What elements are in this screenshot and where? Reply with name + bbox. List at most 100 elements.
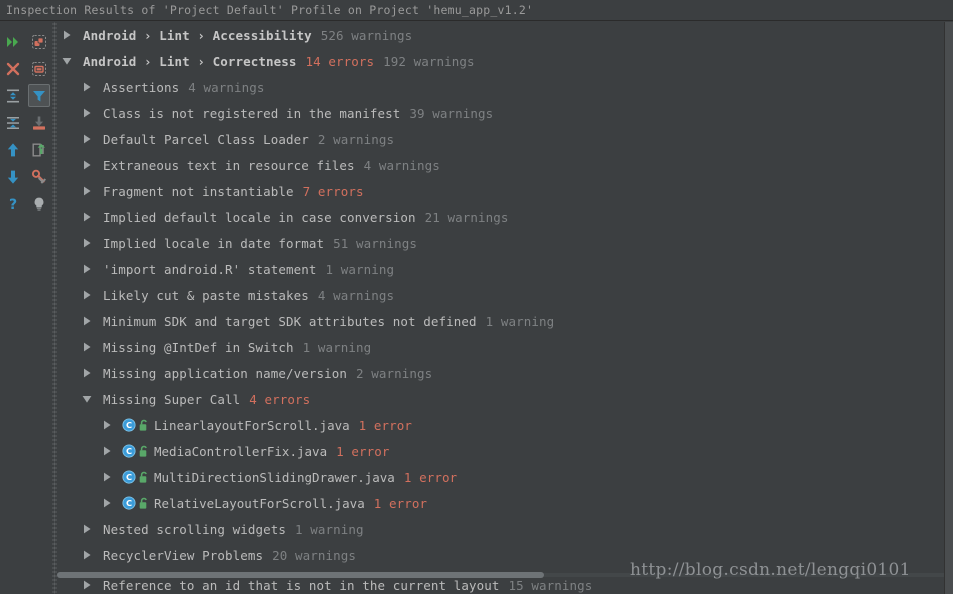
chevron-right-icon[interactable] bbox=[99, 412, 115, 438]
quick-fix-button[interactable] bbox=[26, 191, 52, 217]
export-results-button[interactable] bbox=[26, 110, 52, 136]
tree-row-count: 1 warning bbox=[295, 521, 364, 537]
folder-outline-icon bbox=[31, 61, 47, 77]
tree-row[interactable]: 'import android.R' statement 1 warning bbox=[57, 256, 944, 282]
tree-row[interactable]: Reference to an id that is not in the cu… bbox=[57, 578, 944, 594]
chevron-right-icon[interactable] bbox=[79, 100, 95, 126]
group-by-directory-button[interactable] bbox=[26, 56, 52, 82]
double-right-arrow-icon bbox=[5, 34, 21, 50]
chevron-right-icon[interactable] bbox=[79, 334, 95, 360]
collapse-all-icon bbox=[5, 115, 21, 131]
tree-row-count: 51 warnings bbox=[333, 235, 418, 251]
chevron-right-icon[interactable] bbox=[79, 230, 95, 256]
tree-row-label: Extraneous text in resource files bbox=[103, 157, 355, 173]
tree-row-label: Implied locale in date format bbox=[103, 235, 325, 251]
expand-all-button[interactable] bbox=[0, 83, 26, 109]
chevron-right-icon[interactable] bbox=[59, 22, 75, 48]
chevron-down-icon[interactable] bbox=[59, 48, 75, 74]
tree-row[interactable]: Likely cut & paste mistakes 4 warnings bbox=[57, 282, 944, 308]
chevron-right-icon[interactable] bbox=[99, 438, 115, 464]
svg-text:C: C bbox=[126, 446, 132, 456]
open-in-editor-button[interactable] bbox=[26, 137, 52, 163]
filter-funnel-icon bbox=[31, 88, 47, 104]
tree-row-count: 15 warnings bbox=[508, 578, 593, 593]
tree-row-count: 1 warning bbox=[325, 261, 395, 277]
tree-row-count: 1 warning bbox=[485, 313, 555, 329]
horizontal-scrollbar[interactable] bbox=[57, 571, 944, 578]
public-lock-icon bbox=[138, 495, 149, 511]
public-lock-icon bbox=[138, 443, 149, 459]
tree-row[interactable]: Assertions 4 warnings bbox=[57, 74, 944, 100]
tree-row-label: Fragment not instantiable bbox=[103, 183, 294, 199]
tree-row[interactable]: Minimum SDK and target SDK attributes no… bbox=[57, 308, 944, 334]
chevron-right-icon[interactable] bbox=[79, 204, 95, 230]
tree-row[interactable]: Extraneous text in resource files 4 warni… bbox=[57, 152, 944, 178]
tree-row[interactable]: Android › Lint › Correctness 14 errors 192… bbox=[57, 48, 944, 74]
tree-row[interactable]: Nested scrolling widgets 1 warning bbox=[57, 516, 944, 542]
window-title: Inspection Results of 'Project Default' … bbox=[6, 3, 534, 17]
chevron-right-icon[interactable] bbox=[79, 516, 95, 542]
tree-row[interactable]: Missing Super Call 4 errors bbox=[57, 386, 944, 412]
close-inspection-button[interactable] bbox=[0, 56, 26, 82]
toolbar-row bbox=[0, 163, 52, 190]
chevron-right-icon[interactable] bbox=[79, 282, 95, 308]
tree-row[interactable]: Class is not registered in the manifest 3… bbox=[57, 100, 944, 126]
tree-row-label: Implied default locale in case conversio… bbox=[103, 209, 416, 225]
chevron-right-icon[interactable] bbox=[79, 542, 95, 568]
chevron-right-icon[interactable] bbox=[79, 178, 95, 204]
clipped-tree-row[interactable]: Reference to an id that is not in the cu… bbox=[57, 578, 944, 594]
toolbar-row bbox=[0, 109, 52, 136]
tree-row[interactable]: C MediaControllerFix.java 1 error bbox=[57, 438, 944, 464]
lightbulb-icon bbox=[31, 196, 47, 212]
tree-row-count: 4 warnings bbox=[363, 157, 440, 173]
tree-row[interactable]: Missing application name/version 2 warnin… bbox=[57, 360, 944, 386]
tree-row[interactable]: Implied default locale in case conversio… bbox=[57, 204, 944, 230]
tree-row-label: MediaControllerFix.java bbox=[154, 443, 328, 459]
right-panel-divider[interactable] bbox=[944, 22, 953, 594]
tree-row-count: 526 warnings bbox=[320, 27, 413, 43]
tree-row[interactable]: C LinearlayoutForScroll.java 1 error bbox=[57, 412, 944, 438]
tree-row-label: Assertions bbox=[103, 79, 180, 95]
toolbar-row bbox=[0, 28, 52, 55]
tree-row[interactable]: RecyclerView Problems 20 warnings bbox=[57, 542, 944, 568]
tree-row-label: Default Parcel Class Loader bbox=[103, 131, 309, 147]
group-by-severity-button[interactable] bbox=[26, 29, 52, 55]
chevron-right-icon[interactable] bbox=[79, 256, 95, 282]
chevron-right-icon[interactable] bbox=[79, 360, 95, 386]
tree-row[interactable]: Android › Lint › Accessibility 526 warnin… bbox=[57, 22, 944, 48]
tree-row-label: RelativeLayoutForScroll.java bbox=[154, 495, 365, 511]
tree-row[interactable]: C RelativeLayoutForScroll.java 1 error bbox=[57, 490, 944, 516]
window-titlebar: Inspection Results of 'Project Default' … bbox=[0, 0, 953, 21]
rerun-inspection-button[interactable] bbox=[0, 29, 26, 55]
chevron-right-icon[interactable] bbox=[79, 126, 95, 152]
tree-row[interactable]: C MultiDirectionSlidingDrawer.java 1 error bbox=[57, 464, 944, 490]
filter-inspections-button[interactable] bbox=[26, 83, 52, 109]
tree-row-count: 7 errors bbox=[302, 183, 364, 199]
tree-row-label: Nested scrolling widgets bbox=[103, 521, 287, 537]
edit-settings-button[interactable] bbox=[26, 164, 52, 190]
collapse-all-button[interactable] bbox=[0, 110, 26, 136]
chevron-right-icon[interactable] bbox=[99, 464, 115, 490]
expand-all-icon bbox=[5, 88, 21, 104]
tree-row[interactable]: Implied locale in date format 51 warnings bbox=[57, 230, 944, 256]
chevron-right-icon[interactable] bbox=[79, 152, 95, 178]
chevron-down-icon[interactable] bbox=[79, 386, 95, 412]
tree-row[interactable]: Fragment not instantiable 7 errors bbox=[57, 178, 944, 204]
chevron-right-icon[interactable] bbox=[99, 490, 115, 516]
tree-row[interactable]: Default Parcel Class Loader 2 warnings bbox=[57, 126, 944, 152]
previous-occurrence-button[interactable] bbox=[0, 137, 26, 163]
tree-row-count: 14 errors bbox=[305, 53, 375, 69]
help-button[interactable]: ? bbox=[0, 191, 26, 217]
svg-text:C: C bbox=[126, 498, 132, 508]
tree-row-count: 1 error bbox=[403, 469, 458, 485]
tree-row-count: 1 warning bbox=[302, 339, 372, 355]
tree-row-label: RecyclerView Problems bbox=[103, 547, 264, 563]
tree-row-label: Reference to an id that is not in the cu… bbox=[103, 578, 500, 593]
tree-row-count: 1 error bbox=[336, 443, 390, 459]
toolbar-row bbox=[0, 82, 52, 109]
tree-row[interactable]: Missing @IntDef in Switch 1 warning bbox=[57, 334, 944, 360]
chevron-right-icon[interactable] bbox=[79, 308, 95, 334]
chevron-right-icon[interactable] bbox=[79, 578, 95, 594]
chevron-right-icon[interactable] bbox=[79, 74, 95, 100]
next-occurrence-button[interactable] bbox=[0, 164, 26, 190]
